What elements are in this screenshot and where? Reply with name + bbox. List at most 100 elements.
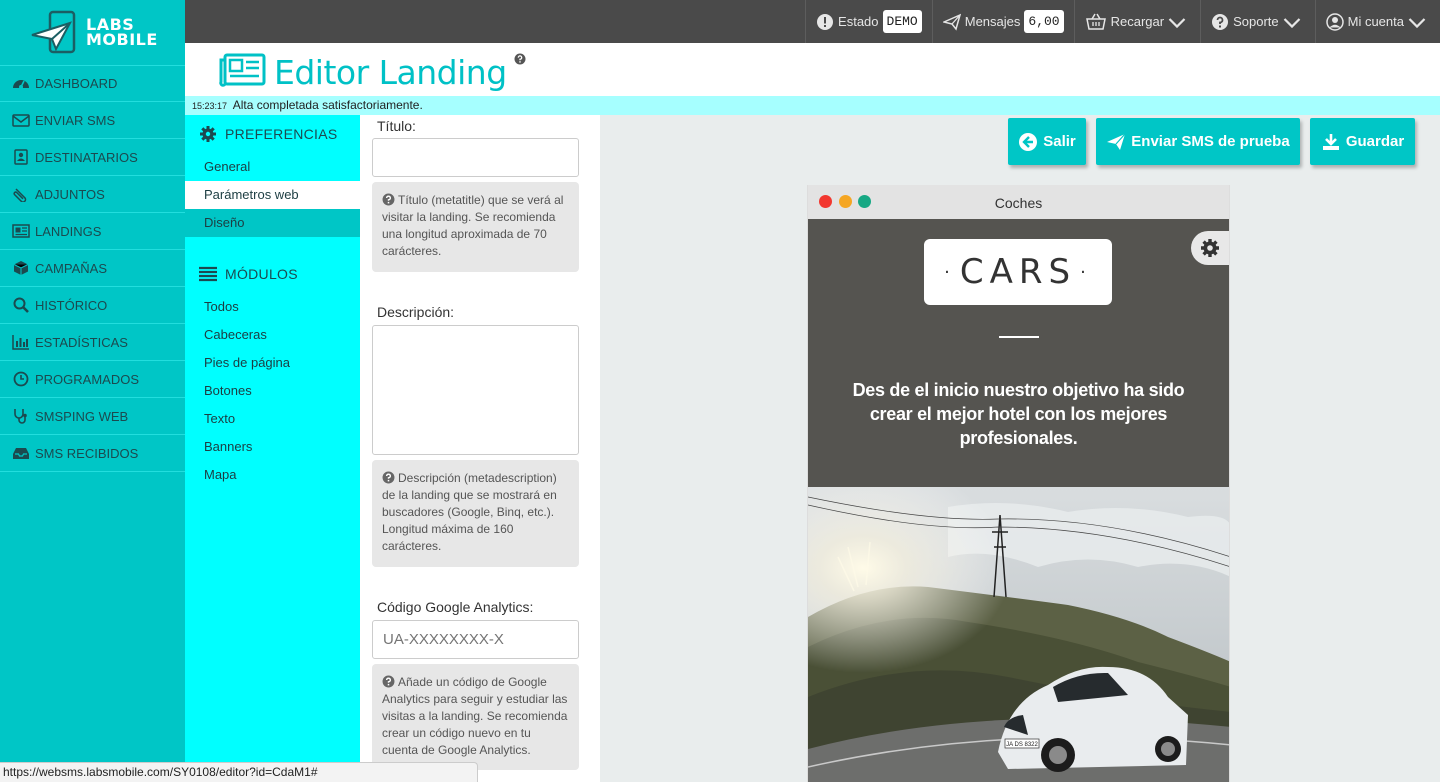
paper-plane-icon — [1107, 133, 1126, 150]
sidebar-item-label: SMSPING WEB — [35, 408, 129, 424]
dashboard-icon — [11, 76, 31, 92]
logo-text: CARS — [959, 252, 1077, 292]
logo-bullet-right: · — [1080, 261, 1092, 283]
question-circle-icon — [1212, 13, 1229, 30]
clock-icon — [11, 371, 31, 387]
title-bar: Editor Landing — [185, 43, 1440, 96]
save-button-label: Guardar — [1345, 133, 1405, 150]
download-icon — [1322, 133, 1339, 150]
sidebar-item-campanas[interactable]: CAMPAÑAS — [0, 250, 185, 287]
sidebar-item-label: DESTINATARIOS — [35, 149, 138, 165]
question-circle-icon — [382, 675, 395, 688]
sidebar-item-label: ADJUNTOS — [35, 186, 105, 202]
page-title: Editor Landing — [274, 53, 507, 92]
main-nav: DASHBOARD ENVIAR SMS DESTINATARIOS ADJUN… — [0, 65, 185, 472]
sidebar-item-destinatarios[interactable]: DESTINATARIOS — [0, 139, 185, 176]
chevron-down-icon — [1408, 17, 1426, 28]
mensajes-label: Mensajes — [964, 14, 1021, 29]
exit-button-label: Salir — [1043, 133, 1076, 150]
preferences-panel: PREFERENCIAS General Parámetros web Dise… — [185, 115, 360, 782]
modules-item-cabeceras[interactable]: Cabeceras — [185, 321, 360, 349]
preferences-heading: PREFERENCIAS — [185, 115, 360, 153]
modules-item-todos[interactable]: Todos — [185, 293, 360, 321]
modules-item-texto[interactable]: Texto — [185, 405, 360, 433]
question-circle-icon — [382, 193, 395, 206]
prefs-item-diseno[interactable]: Diseño — [185, 209, 360, 237]
sidebar-item-label: ENVIAR SMS — [35, 112, 116, 128]
user-circle-icon — [1325, 12, 1344, 31]
sidebar: LABS MOBILE DASHBOARD ENVIAR SMS DESTINA… — [0, 0, 185, 782]
description-help: Descripción (metadescription) de la land… — [372, 460, 579, 567]
landing-preview: Coches · CARS · Des de el inicio nuestro… — [807, 185, 1230, 782]
module-settings-button[interactable] — [1191, 231, 1229, 265]
brand-logo[interactable]: LABS MOBILE — [0, 0, 185, 64]
sidebar-item-label: SMS RECIBIDOS — [35, 445, 139, 461]
sidebar-item-landings[interactable]: LANDINGS — [0, 213, 185, 250]
prefs-item-parametros-web[interactable]: Parámetros web — [185, 181, 360, 209]
soporte-menu[interactable]: Soporte — [1200, 0, 1315, 43]
sidebar-item-programados[interactable]: PROGRAMADOS — [0, 361, 185, 398]
sidebar-item-enviar-sms[interactable]: ENVIAR SMS — [0, 102, 185, 139]
sidebar-item-label: DASHBOARD — [35, 76, 118, 91]
cars-logo: · CARS · — [924, 239, 1112, 305]
preview-header-module[interactable]: · CARS · Des de el inicio nuestro objeti… — [808, 219, 1229, 487]
desc-field-label: Descripción: — [377, 304, 455, 320]
mensajes-menu[interactable]: Mensajes 6,00 — [931, 0, 1074, 43]
estado-menu[interactable]: Estado DEMO — [805, 0, 932, 43]
estado-badge: DEMO — [882, 10, 922, 33]
basket-icon — [1085, 13, 1106, 30]
sidebar-item-sms-recibidos[interactable]: SMS RECIBIDOS — [0, 435, 185, 472]
exit-button[interactable]: Salir — [1008, 118, 1086, 165]
title-field[interactable] — [372, 138, 579, 177]
description-field[interactable] — [372, 325, 579, 455]
save-button[interactable]: Guardar — [1310, 118, 1415, 165]
arrow-circle-left-icon — [1019, 132, 1038, 151]
modules-heading-label: MÓDULOS — [225, 266, 298, 282]
sidebar-item-estadisticas[interactable]: ESTADÍSTICAS — [0, 324, 185, 361]
mi-cuenta-label: Mi cuenta — [1347, 14, 1404, 29]
sidebar-item-label: LANDINGS — [35, 223, 102, 239]
stethoscope-icon — [11, 408, 31, 424]
notice-time: 15:23:17 — [192, 101, 228, 111]
recargar-label: Recargar — [1110, 14, 1165, 29]
sidebar-item-dashboard[interactable]: DASHBOARD — [0, 65, 185, 102]
sidebar-item-smsping-web[interactable]: SMSPING WEB — [0, 398, 185, 435]
modules-item-mapa[interactable]: Mapa — [185, 461, 360, 489]
recargar-menu[interactable]: Recargar — [1073, 0, 1200, 43]
car-photo-banner[interactable]: JA DS 8322 — [808, 487, 1229, 782]
modules-item-pies-de-pagina[interactable]: Pies de página — [185, 349, 360, 377]
title-help: Título (metatitle) que se verá al visita… — [372, 182, 579, 272]
prefs-item-general[interactable]: General — [185, 153, 360, 181]
paper-plane-logo-icon — [30, 9, 82, 55]
sidebar-item-label: PROGRAMADOS — [35, 371, 140, 387]
ga-field-label: Código Google Analytics: — [377, 599, 534, 615]
question-circle-icon — [382, 471, 395, 484]
title-field-label: Título: — [377, 118, 416, 134]
newspaper-icon — [219, 52, 267, 93]
gear-icon — [200, 126, 216, 142]
mi-cuenta-menu[interactable]: Mi cuenta — [1314, 0, 1440, 43]
sidebar-item-historico[interactable]: HISTÓRICO — [0, 287, 185, 324]
sidebar-item-label: CAMPAÑAS — [35, 260, 107, 276]
logo-bullet-left: · — [944, 261, 956, 283]
gear-icon — [1201, 239, 1219, 257]
browser-status-bar: https://websms.labsmobile.com/SY0108/edi… — [0, 762, 478, 782]
sidebar-item-adjuntos[interactable]: ADJUNTOS — [0, 176, 185, 213]
bar-chart-icon — [11, 334, 31, 350]
modules-item-botones[interactable]: Botones — [185, 377, 360, 405]
question-circle-icon[interactable] — [514, 53, 526, 65]
paperclip-icon — [11, 186, 31, 202]
modules-item-banners[interactable]: Banners — [185, 433, 360, 461]
estado-label: Estado — [838, 14, 879, 29]
inbox-icon — [11, 445, 31, 461]
mensajes-badge: 6,00 — [1024, 10, 1064, 33]
license-plate: JA DS 8322 — [1006, 742, 1038, 748]
google-analytics-field[interactable] — [372, 620, 579, 659]
chevron-down-icon — [1283, 17, 1300, 28]
preferences-heading-label: PREFERENCIAS — [225, 126, 338, 142]
paper-plane-icon — [942, 13, 961, 31]
soporte-label: Soporte — [1233, 14, 1279, 29]
send-test-sms-button[interactable]: Enviar SMS de prueba — [1096, 118, 1300, 165]
preview-window-bar: Coches — [808, 185, 1229, 219]
send-test-sms-label: Enviar SMS de prueba — [1131, 133, 1290, 150]
